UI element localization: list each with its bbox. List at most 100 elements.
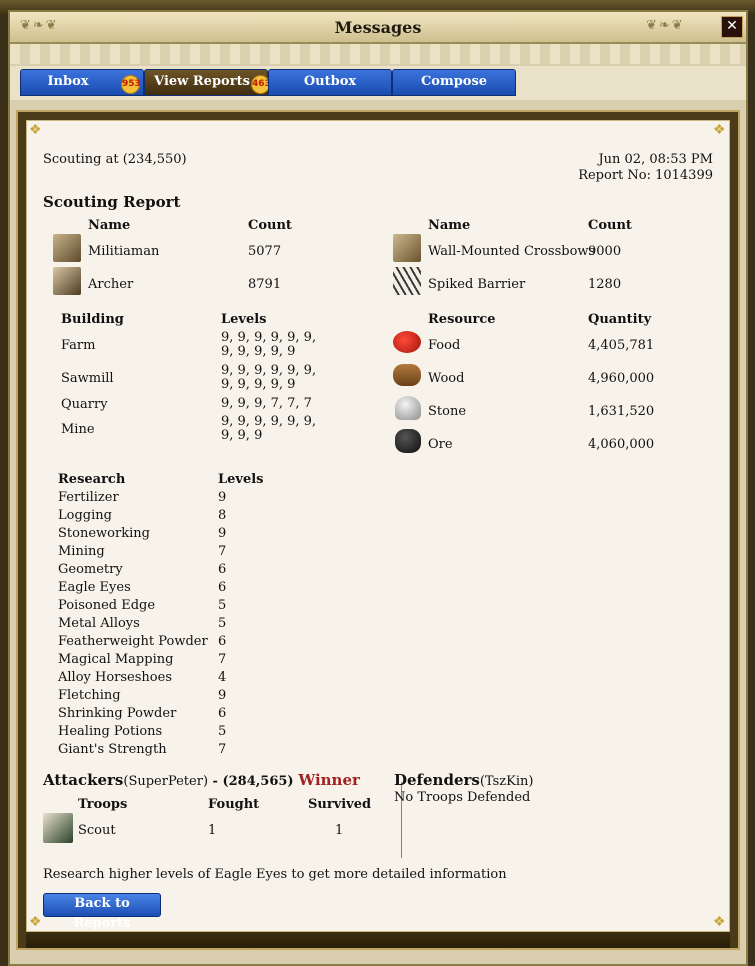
research-hint: Research higher levels of Eagle Eyes to …	[43, 867, 507, 882]
research-name: Geometry	[58, 562, 123, 577]
troop-name: Scout	[78, 823, 116, 838]
corner-ornament-icon: ❖	[29, 122, 42, 138]
troop-name: Militiaman	[88, 244, 160, 259]
research-name: Magical Mapping	[58, 652, 174, 667]
wood-icon	[393, 364, 421, 386]
building-levels: 9, 9, 9, 9, 9, 9, 9, 9, 9	[221, 414, 317, 443]
resource-name: Ore	[428, 437, 453, 452]
research-name: Shrinking Powder	[58, 706, 177, 721]
research-name: Giant's Strength	[58, 742, 167, 757]
tab-compose[interactable]: Compose	[392, 69, 516, 96]
research-name: Eagle Eyes	[58, 580, 131, 595]
research-level: 4	[218, 670, 227, 685]
crossbow-icon	[393, 234, 421, 262]
research-levels-header: Levels	[218, 472, 264, 487]
research-level: 9	[218, 490, 227, 505]
research-name: Metal Alloys	[58, 616, 140, 631]
research-name: Mining	[58, 544, 105, 559]
research-level: 9	[218, 688, 227, 703]
research-level: 5	[218, 724, 227, 739]
scouting-location: Scouting at (234,550)	[43, 152, 187, 167]
building-levels: 9, 9, 9, 9, 9, 9, 9, 9, 9, 9, 9	[221, 363, 317, 392]
fort-count-header: Count	[588, 218, 632, 233]
building-levels: 9, 9, 9, 9, 9, 9, 9, 9, 9, 9, 9	[221, 330, 317, 359]
defenders-label: Defenders	[394, 771, 480, 789]
troop-survived: 1	[335, 823, 344, 838]
research-name: Stoneworking	[58, 526, 150, 541]
stone-icon	[395, 396, 421, 420]
survived-header: Survived	[308, 797, 372, 812]
winner-label: Winner	[298, 771, 360, 789]
research-level: 7	[218, 652, 227, 667]
archer-icon	[53, 267, 81, 295]
resource-name: Stone	[428, 404, 467, 419]
defenders-line: Defenders(TszKin)	[394, 771, 533, 789]
research-level: 5	[218, 616, 227, 631]
fort-name: Wall-Mounted Crossbows	[428, 244, 596, 259]
lace-border	[10, 44, 746, 64]
research-level: 5	[218, 598, 227, 613]
research-level: 6	[218, 562, 227, 577]
close-button[interactable]: ✕	[721, 16, 743, 38]
tab-view-reports-label: View Reports	[154, 74, 250, 89]
fort-count: 1280	[588, 277, 622, 292]
resource-quantity: 4,960,000	[588, 371, 655, 386]
scout-icon	[43, 813, 73, 843]
troop-count: 5077	[248, 244, 282, 259]
building-header: Building	[61, 312, 124, 327]
fort-name-header: Name	[428, 218, 471, 233]
resource-quantity: 1,631,520	[588, 404, 655, 419]
title-bar: ❦❧❦ ❦❧❦ Messages ✕	[10, 12, 746, 44]
messages-window: ❦❧❦ ❦❧❦ Messages ✕ Inbox 953 View Report…	[8, 10, 748, 966]
research-level: 6	[218, 580, 227, 595]
tab-inbox-label: Inbox	[47, 74, 89, 89]
resource-name: Food	[428, 338, 461, 353]
report-date: Jun 02, 08:53 PM	[598, 152, 713, 167]
resource-quantity: 4,405,781	[588, 338, 655, 353]
fort-count: 9000	[588, 244, 622, 259]
research-name: Fletching	[58, 688, 121, 703]
research-level: 9	[218, 526, 227, 541]
troop-fought: 1	[208, 823, 217, 838]
tab-compose-label: Compose	[420, 74, 488, 89]
troops-header: Troops	[78, 797, 128, 812]
report-frame: ❖ ❖ ❖ ❖ Scouting at (234,550) Jun 02, 08…	[16, 110, 740, 950]
corner-ornament-icon: ❖	[29, 914, 42, 930]
attackers-line: Attackers(SuperPeter) - (284,565) Winner	[43, 771, 360, 789]
fort-name: Spiked Barrier	[428, 277, 526, 292]
window-title: Messages	[334, 18, 422, 37]
research-name: Alloy Horseshoes	[58, 670, 172, 685]
research-level: 7	[218, 544, 227, 559]
inbox-count-badge: 953	[121, 75, 141, 94]
defender-name: (TszKin)	[479, 774, 534, 789]
troop-count: 8791	[248, 277, 282, 292]
bottom-bar	[26, 932, 730, 948]
food-icon	[393, 331, 421, 353]
research-header: Research	[58, 472, 126, 487]
building-name: Sawmill	[61, 371, 114, 386]
resource-header: Resource	[428, 312, 496, 327]
report-number: Report No: 1014399	[578, 168, 713, 183]
research-level: 6	[218, 706, 227, 721]
troop-name: Archer	[88, 277, 134, 292]
building-name: Farm	[61, 338, 96, 353]
attackers-label: Attackers	[43, 771, 124, 789]
tab-view-reports[interactable]: View Reports 463	[144, 69, 271, 96]
attacker-name: (SuperPeter)	[123, 774, 209, 789]
tab-bar: Inbox 953 View Reports 463 Outbox Compos…	[10, 66, 746, 100]
report-panel: ❖ ❖ ❖ ❖ Scouting at (234,550) Jun 02, 08…	[26, 120, 730, 932]
building-levels-header: Levels	[221, 312, 267, 327]
research-name: Logging	[58, 508, 112, 523]
research-name: Featherweight Powder	[58, 634, 208, 649]
tab-outbox[interactable]: Outbox	[268, 69, 392, 96]
research-name: Healing Potions	[58, 724, 163, 739]
corner-ornament-icon: ❖	[713, 122, 726, 138]
resource-quantity: 4,060,000	[588, 437, 655, 452]
back-to-reports-button[interactable]: Back to Reports	[43, 893, 161, 931]
corner-ornament-icon: ❖	[713, 914, 726, 930]
troops-name-header: Name	[88, 218, 131, 233]
resource-name: Wood	[428, 371, 465, 386]
research-level: 8	[218, 508, 227, 523]
tab-inbox[interactable]: Inbox 953	[20, 69, 144, 96]
tab-outbox-label: Outbox	[303, 74, 357, 89]
